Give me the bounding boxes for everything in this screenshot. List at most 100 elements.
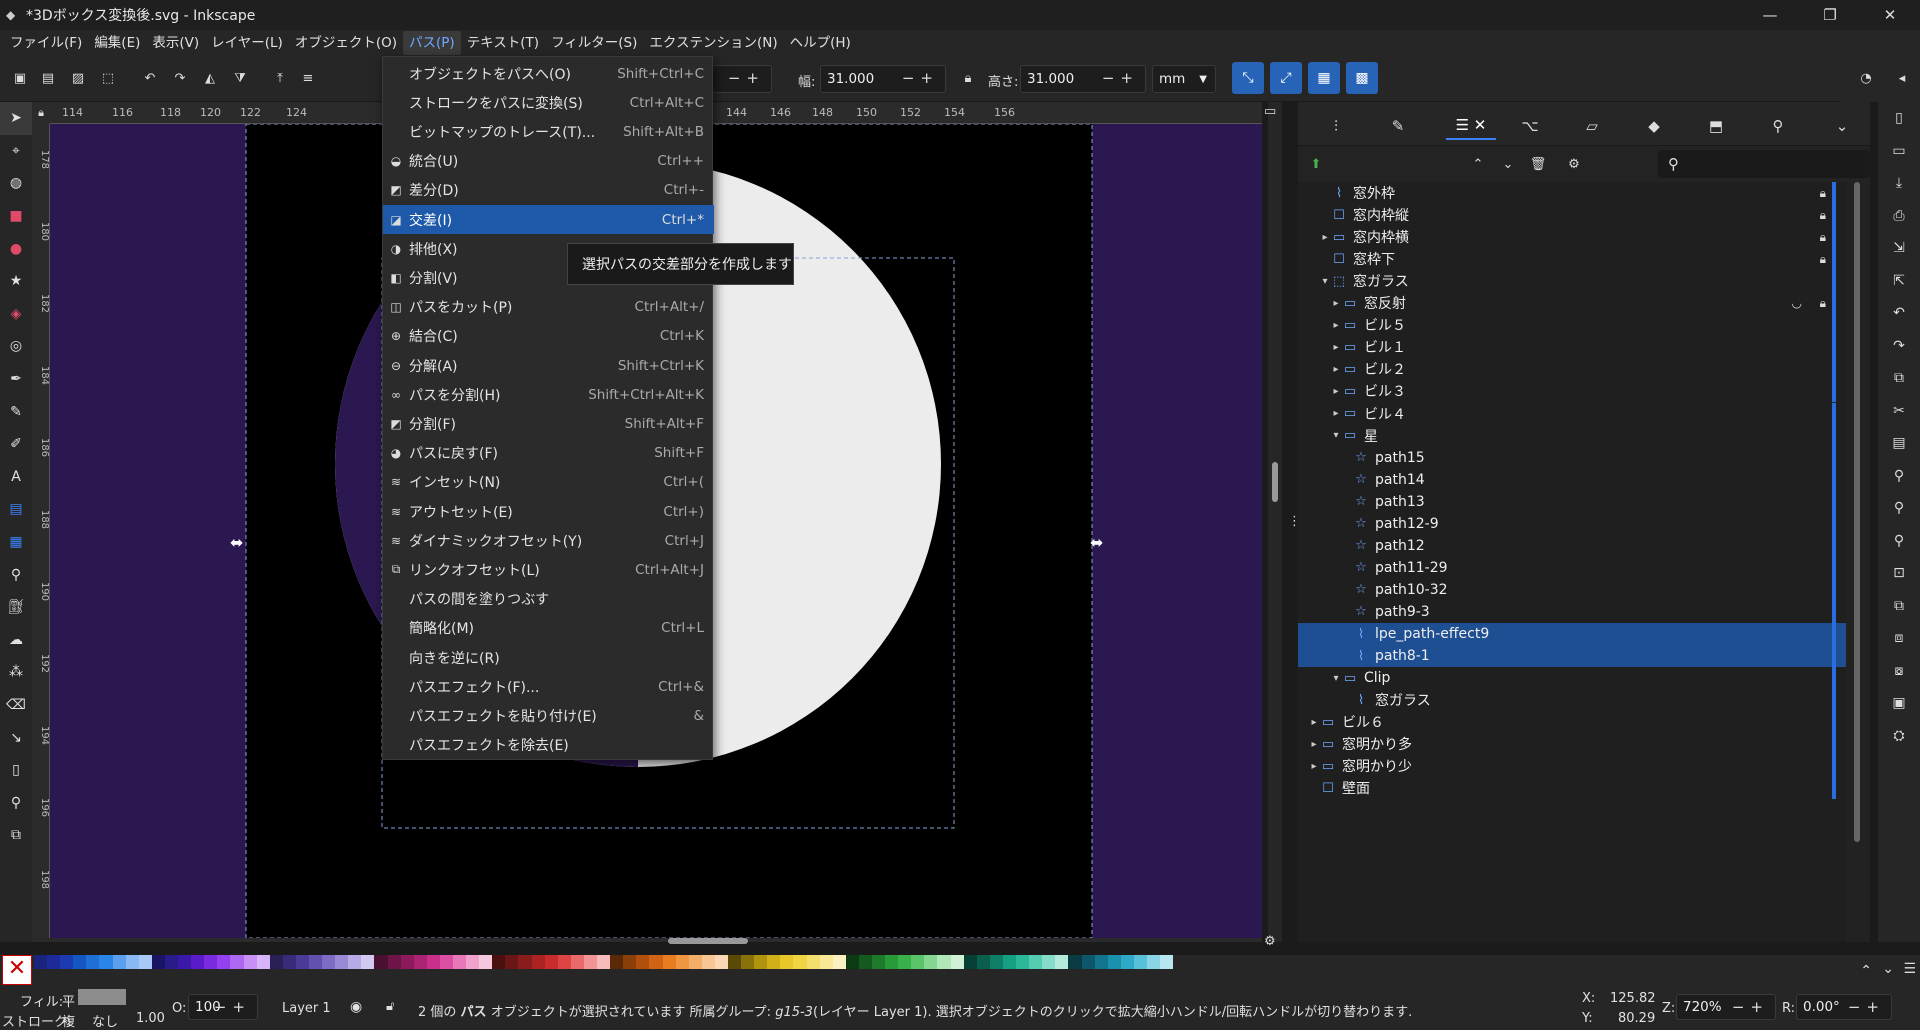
color-swatch[interactable] [1042,955,1056,969]
canvas-vertical-scrollbar[interactable] [1268,102,1282,942]
color-swatch[interactable] [230,955,244,969]
lock-icon[interactable]: 🔒︎ [1820,296,1826,311]
color-swatch[interactable] [60,955,74,969]
move-gradients-button[interactable]: ▦ [1308,62,1340,94]
mesh-tool-icon[interactable]: ▦ [0,526,32,559]
select-same-icon[interactable]: ▨ [66,66,90,90]
menu-item[interactable]: ファイル(F) [4,31,88,55]
expander-icon[interactable]: ▾ [1319,276,1331,287]
color-swatch[interactable] [1146,955,1161,969]
layer-row[interactable]: ☆ path9-3 [1298,600,1846,623]
color-swatch[interactable] [1107,955,1121,969]
measure-tool-icon[interactable]: ⧉ [0,819,32,852]
color-swatch[interactable] [701,955,715,969]
color-swatch[interactable] [348,955,362,969]
align-tab-icon[interactable]: ⫶ [1322,112,1350,140]
menu-item[interactable]: エクステンション(N) [643,31,783,55]
lock-icon[interactable]: 🔒︎ [1820,208,1826,223]
palette-menu-icon[interactable]: ☰ [1903,961,1916,977]
zoom-page-icon[interactable]: ⚲ [1878,525,1920,558]
layer-row[interactable]: ⌇ path8-1 [1298,645,1846,668]
color-swatch[interactable] [269,955,283,969]
color-swatch[interactable] [505,955,519,969]
more-tabs-chevron-icon[interactable]: ⌄ [1828,112,1856,140]
raise-to-top-icon[interactable]: ⤒ [268,66,292,90]
path-menu-item[interactable]: ≋ インセット(N) Ctrl+( [383,468,714,497]
path-menu-item[interactable]: ◩ 差分(D) Ctrl+- [383,176,714,205]
color-swatch[interactable] [675,955,689,969]
print-icon[interactable]: ⎙ [1878,200,1920,233]
zoom-width-icon[interactable]: ⊡ [1878,557,1920,590]
open-file-icon[interactable]: ▭ [1878,135,1920,168]
color-swatch[interactable] [86,955,100,969]
expander-icon[interactable]: ▾ [1330,673,1342,684]
color-swatch[interactable] [1016,955,1030,969]
layer-row[interactable]: ▸ ▭ 窓内枠横 🔒︎ [1298,226,1846,249]
color-swatch[interactable] [453,955,467,969]
duplicate-icon[interactable]: ⧉ [1878,590,1920,623]
color-swatch[interactable] [479,955,493,969]
color-swatch[interactable] [976,955,990,969]
layer-row[interactable]: ☆ path12-9 [1298,512,1846,535]
cut-icon[interactable]: ✂ [1878,395,1920,428]
color-swatch[interactable] [243,955,257,969]
layer-row[interactable]: ☆ path14 [1298,468,1846,491]
color-swatch[interactable] [256,955,270,969]
color-swatch[interactable] [937,955,951,969]
ungroup-icon[interactable]: ⛭ [1878,720,1920,753]
color-swatch[interactable] [322,955,336,969]
delete-icon[interactable]: 🗑︎ [1526,152,1550,176]
spiral-tool-icon[interactable]: ◎ [0,330,32,363]
ruler-lock-icon[interactable]: 🔒︎ [32,102,50,124]
color-swatch[interactable] [544,955,558,969]
color-swatch[interactable] [806,955,820,969]
layer-row[interactable]: ▸ ▭ ビル６ [1298,711,1846,734]
color-swatch[interactable] [989,955,1003,969]
layers-scrollbar[interactable] [1854,182,1860,842]
deselect-icon[interactable]: ⬚ [96,66,120,90]
path-menu-item[interactable]: ◩ 分割(F) Shift+Alt+F [383,409,714,438]
color-swatch[interactable] [361,955,375,969]
color-swatch[interactable] [99,955,113,969]
path-menu-item[interactable]: ◕ パスに戻す(F) Shift+F [383,439,714,468]
color-swatch[interactable] [178,955,192,969]
pen-tool-icon[interactable]: ✒ [0,363,32,396]
palette-scroll-down-icon[interactable]: ⌄ [1882,961,1894,977]
flip-vertical-icon[interactable]: ⧩ [228,66,252,90]
copy-icon[interactable]: ⧉ [1878,362,1920,395]
no-paint-swatch[interactable]: ✕ [2,955,32,985]
lock-icon[interactable]: 🔒︎ [1820,186,1826,201]
color-swatch[interactable] [374,955,388,969]
undo-icon[interactable]: ↶ [1878,297,1920,330]
color-swatch[interactable] [308,955,323,969]
scale-handle-left-icon[interactable]: ⬌ [230,533,243,552]
color-swatch[interactable] [151,955,165,969]
color-swatch[interactable] [34,955,48,969]
close-icon[interactable]: ✕ [1860,0,1920,30]
layer-row[interactable]: ▸ ▭ ビル２ [1298,358,1846,381]
unlink-clone-icon[interactable]: ⧇ [1878,655,1920,688]
hidden-eye-icon[interactable]: ◡ [1792,296,1802,310]
expander-icon[interactable]: ▸ [1308,717,1320,728]
display-mode-icon[interactable]: ▭ [1264,104,1276,119]
move-patterns-button[interactable]: ▩ [1346,62,1378,94]
text-tool-icon[interactable]: A [0,461,32,494]
stroke-width[interactable]: 1.00 [136,1011,165,1026]
color-swatch[interactable] [583,955,598,969]
color-swatch[interactable] [714,955,728,969]
color-swatch[interactable] [1068,955,1082,969]
save-icon[interactable]: ⤓ [1878,167,1920,200]
layers-search-field[interactable]: ⚲ [1658,150,1870,178]
color-swatch[interactable] [282,955,296,969]
color-swatch[interactable] [439,955,453,969]
color-swatch[interactable] [872,955,886,969]
color-swatch[interactable] [911,955,925,969]
color-swatch[interactable] [885,955,899,969]
expander-icon[interactable]: ▸ [1330,320,1342,331]
menu-item[interactable]: オブジェクト(O) [289,31,403,55]
color-swatch[interactable] [217,955,231,969]
color-swatch[interactable] [649,955,663,969]
path-menu-item[interactable]: ◒ 統合(U) Ctrl++ [383,147,714,176]
color-swatch[interactable] [138,955,152,969]
zoom-tool-icon[interactable]: ⚲ [0,786,32,819]
